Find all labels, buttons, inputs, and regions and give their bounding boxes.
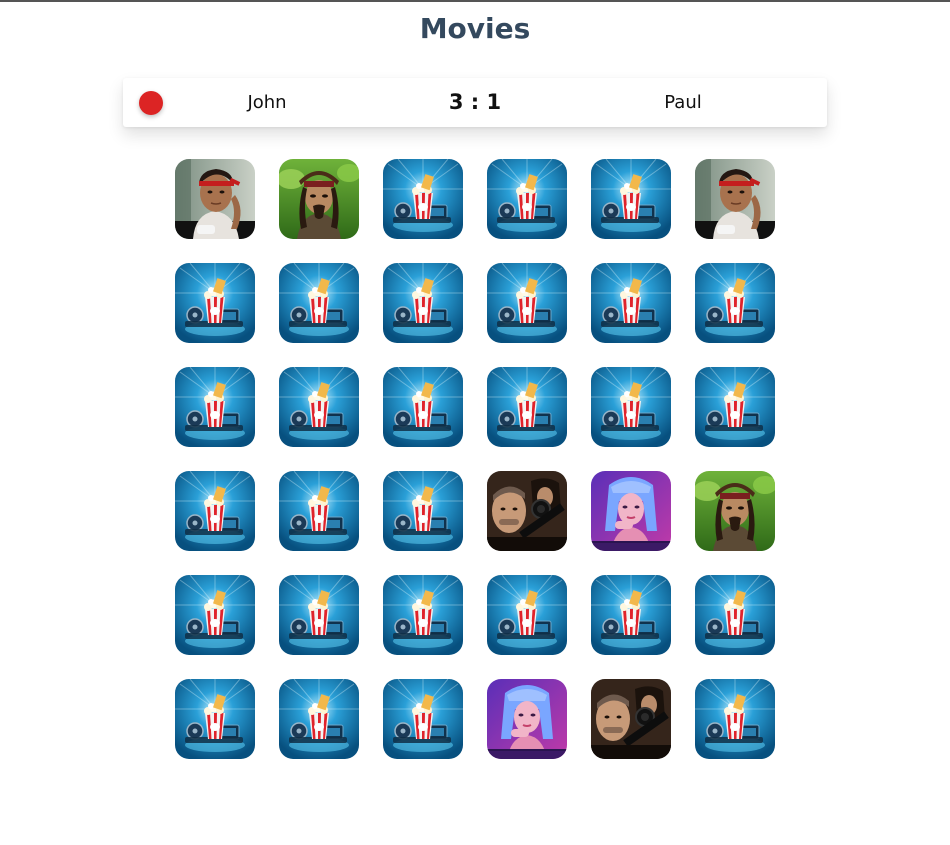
scoreboard: John 3 : 1 Paul: [123, 78, 827, 127]
popcorn-icon: [175, 575, 255, 655]
popcorn-icon: [383, 367, 463, 447]
blue-hair-image: [591, 471, 671, 551]
card-4-1-face-down[interactable]: [175, 471, 255, 551]
page-title: Movies: [419, 12, 531, 45]
card-3-2-face-down[interactable]: [279, 367, 359, 447]
card-3-5-face-down[interactable]: [591, 367, 671, 447]
blue-hair-image: [487, 679, 567, 759]
card-2-3-face-down[interactable]: [383, 263, 463, 343]
card-5-2-face-down[interactable]: [279, 575, 359, 655]
popcorn-icon: [591, 367, 671, 447]
card-4-4-sniper[interactable]: [487, 471, 567, 551]
card-6-2-face-down[interactable]: [279, 679, 359, 759]
card-5-1-face-down[interactable]: [175, 575, 255, 655]
card-1-6-rambo[interactable]: [695, 159, 775, 239]
card-2-2-face-down[interactable]: [279, 263, 359, 343]
card-2-1-face-down[interactable]: [175, 263, 255, 343]
card-6-1-face-down[interactable]: [175, 679, 255, 759]
card-6-5-sniper[interactable]: [591, 679, 671, 759]
popcorn-icon: [279, 575, 359, 655]
card-1-4-face-down[interactable]: [487, 159, 567, 239]
card-5-5-face-down[interactable]: [591, 575, 671, 655]
card-2-6-face-down[interactable]: [695, 263, 775, 343]
popcorn-icon: [487, 159, 567, 239]
popcorn-icon: [383, 263, 463, 343]
popcorn-icon: [695, 575, 775, 655]
popcorn-icon: [591, 263, 671, 343]
card-1-1-rambo[interactable]: [175, 159, 255, 239]
popcorn-icon: [175, 367, 255, 447]
popcorn-icon: [175, 263, 255, 343]
card-4-5-blue-hair[interactable]: [591, 471, 671, 551]
card-3-1-face-down[interactable]: [175, 367, 255, 447]
player-two-name: Paul: [664, 92, 702, 113]
popcorn-icon: [591, 159, 671, 239]
card-2-4-face-down[interactable]: [487, 263, 567, 343]
card-1-3-face-down[interactable]: [383, 159, 463, 239]
popcorn-icon: [695, 679, 775, 759]
card-6-3-face-down[interactable]: [383, 679, 463, 759]
popcorn-icon: [695, 263, 775, 343]
popcorn-icon: [383, 159, 463, 239]
card-5-6-face-down[interactable]: [695, 575, 775, 655]
card-6-6-face-down[interactable]: [695, 679, 775, 759]
popcorn-icon: [487, 367, 567, 447]
card-2-5-face-down[interactable]: [591, 263, 671, 343]
popcorn-icon: [279, 679, 359, 759]
card-1-2-pirate[interactable]: [279, 159, 359, 239]
card-6-4-blue-hair[interactable]: [487, 679, 567, 759]
card-1-5-face-down[interactable]: [591, 159, 671, 239]
popcorn-icon: [695, 367, 775, 447]
card-3-3-face-down[interactable]: [383, 367, 463, 447]
popcorn-icon: [175, 679, 255, 759]
popcorn-icon: [591, 575, 671, 655]
popcorn-icon: [383, 471, 463, 551]
card-5-4-face-down[interactable]: [487, 575, 567, 655]
card-3-6-face-down[interactable]: [695, 367, 775, 447]
card-grid: [175, 159, 775, 759]
card-5-3-face-down[interactable]: [383, 575, 463, 655]
popcorn-icon: [383, 679, 463, 759]
popcorn-icon: [175, 471, 255, 551]
rambo-image: [695, 159, 775, 239]
pirate-image: [279, 159, 359, 239]
turn-indicator: [139, 91, 163, 115]
sniper-image: [487, 471, 567, 551]
card-4-6-pirate[interactable]: [695, 471, 775, 551]
card-3-4-face-down[interactable]: [487, 367, 567, 447]
popcorn-icon: [487, 575, 567, 655]
popcorn-icon: [279, 471, 359, 551]
popcorn-icon: [279, 263, 359, 343]
popcorn-icon: [487, 263, 567, 343]
card-4-3-face-down[interactable]: [383, 471, 463, 551]
top-border: [0, 0, 950, 2]
player-one-name: John: [247, 92, 287, 113]
popcorn-icon: [383, 575, 463, 655]
score-display: 3 : 1: [448, 90, 502, 114]
sniper-image: [591, 679, 671, 759]
popcorn-icon: [279, 367, 359, 447]
rambo-image: [175, 159, 255, 239]
card-4-2-face-down[interactable]: [279, 471, 359, 551]
pirate-image: [695, 471, 775, 551]
